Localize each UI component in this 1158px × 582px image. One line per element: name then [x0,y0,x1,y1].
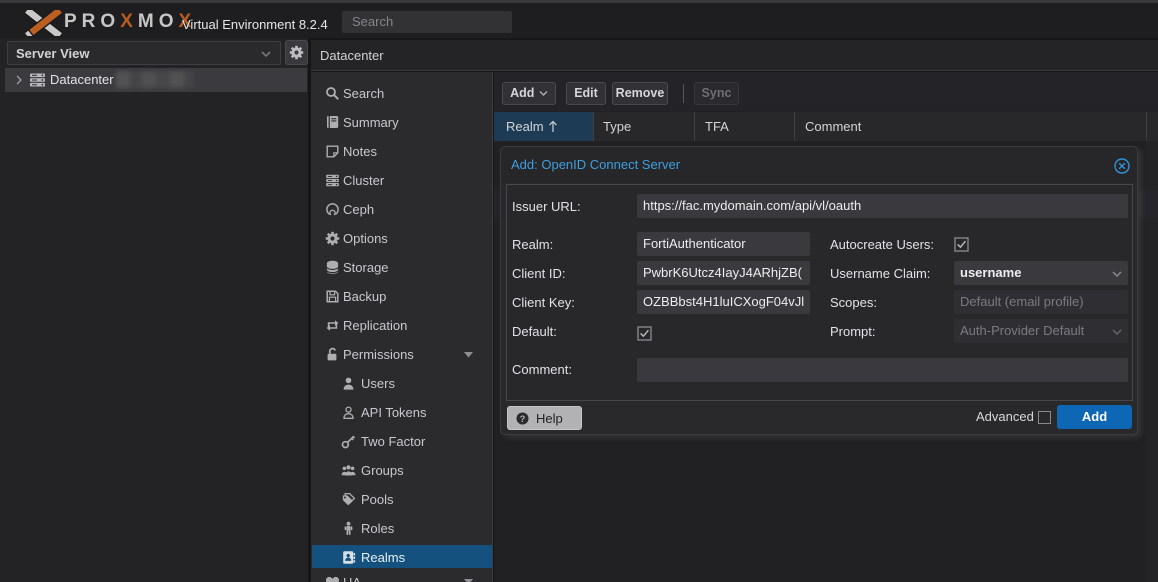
svg-text:?: ? [520,414,526,424]
